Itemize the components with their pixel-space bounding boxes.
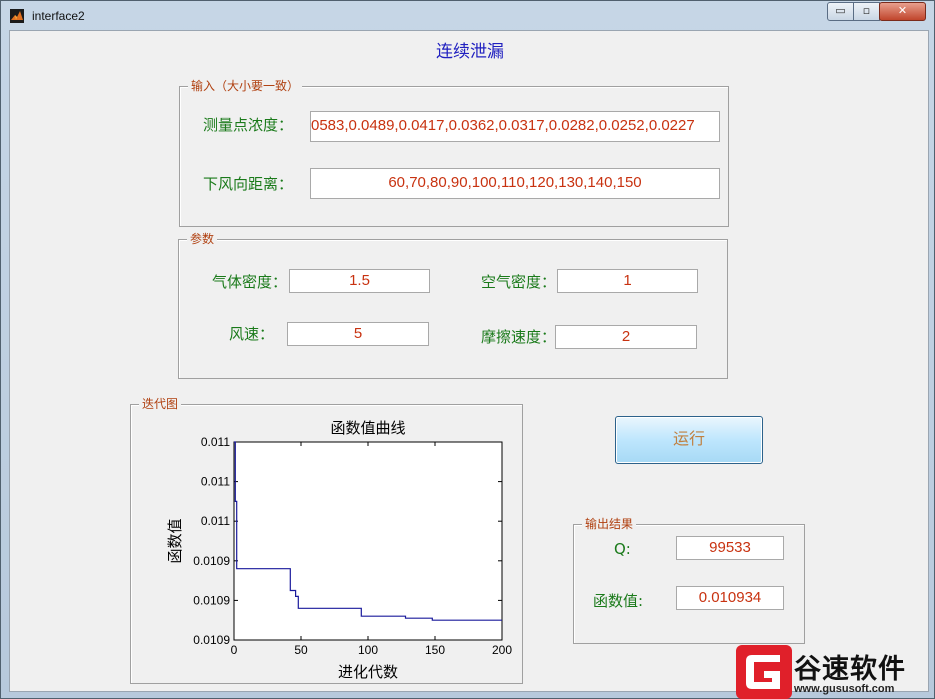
y-tick-label: 0.011	[201, 514, 230, 528]
chart-title: 函数值曲线	[330, 420, 405, 437]
minimize-button[interactable]: ▭	[827, 2, 854, 21]
concentration-input[interactable]: 0583,0.0489,0.0417,0.0362,0.0317,0.0282,…	[310, 111, 720, 142]
logo-text: 谷速软件	[794, 654, 906, 685]
maximize-button[interactable]: ▫	[853, 2, 880, 21]
q-label: Q:	[614, 540, 631, 558]
friction-speed-input[interactable]: 2	[555, 325, 697, 349]
air-density-input[interactable]: 1	[557, 269, 698, 293]
function-value-label: 函数值:	[593, 592, 644, 610]
x-tick-label: 150	[425, 643, 445, 657]
title-bar[interactable]: interface2 ▭ ▫ ✕	[1, 1, 935, 29]
x-tick-label: 50	[294, 643, 308, 657]
y-tick-label: 0.0109	[193, 633, 230, 647]
x-tick-label: 200	[492, 643, 512, 657]
output-panel: 输出结果 Q: 99533 函数值: 0.010934	[573, 516, 805, 644]
y-tick-label: 0.0109	[193, 554, 230, 568]
concentration-label: 测量点浓度：	[203, 116, 294, 134]
chart-ylabel: 函数值	[167, 518, 184, 563]
figure-client-area: 连续泄漏 输入（大小要一致） 测量点浓度： 0583,0.0489,0.0417…	[9, 30, 929, 692]
run-button[interactable]: 运行	[615, 416, 763, 464]
x-tick-label: 100	[358, 643, 378, 657]
gususoft-logo: 谷速软件 www.gususoft.com	[736, 645, 935, 699]
matlab-icon	[10, 9, 24, 23]
wind-speed-input[interactable]: 5	[287, 322, 429, 346]
friction-speed-label: 摩擦速度：	[481, 328, 557, 346]
plot-area	[233, 441, 503, 641]
gas-density-input[interactable]: 1.5	[289, 269, 430, 293]
q-output[interactable]: 99533	[676, 536, 784, 560]
distance-input[interactable]: 60,70,80,90,100,110,120,130,140,150	[310, 168, 720, 199]
y-tick-label: 0.011	[201, 435, 230, 449]
gususoft-logo-mark	[736, 645, 792, 699]
input-panel-title: 输入（大小要一致）	[188, 78, 303, 94]
y-tick-label: 0.011	[201, 475, 230, 489]
input-panel: 输入（大小要一致） 测量点浓度： 0583,0.0489,0.0417,0.03…	[179, 78, 729, 227]
logo-url: www.gususoft.com	[794, 683, 895, 695]
wind-speed-label: 风速：	[229, 325, 275, 343]
close-button[interactable]: ✕	[879, 2, 926, 21]
function-value-output[interactable]: 0.010934	[676, 586, 784, 610]
output-panel-title: 输出结果	[582, 516, 637, 532]
params-panel: 参数 气体密度： 1.5 空气密度： 1 风速： 5 摩擦速度： 2	[178, 231, 728, 379]
window-title: interface2	[32, 9, 85, 23]
y-tick-label: 0.0109	[193, 593, 230, 607]
gas-density-label: 气体密度：	[212, 273, 288, 291]
air-density-label: 空气密度：	[481, 273, 557, 291]
params-panel-title: 参数	[187, 231, 218, 247]
page-title: 连续泄漏	[436, 42, 504, 62]
function-value-chart: 函数值曲线 进化代数 函数值 0 50 100 150 200 0.0109 0.0109 0…	[167, 420, 512, 681]
chart-xlabel: 进化代数	[338, 664, 398, 681]
distance-label: 下风向距离：	[203, 175, 294, 193]
application-window: interface2 ▭ ▫ ✕ 连续泄漏 输入（大小要一致） 测量点浓度： 0…	[0, 0, 935, 699]
x-tick-label: 0	[231, 643, 238, 657]
